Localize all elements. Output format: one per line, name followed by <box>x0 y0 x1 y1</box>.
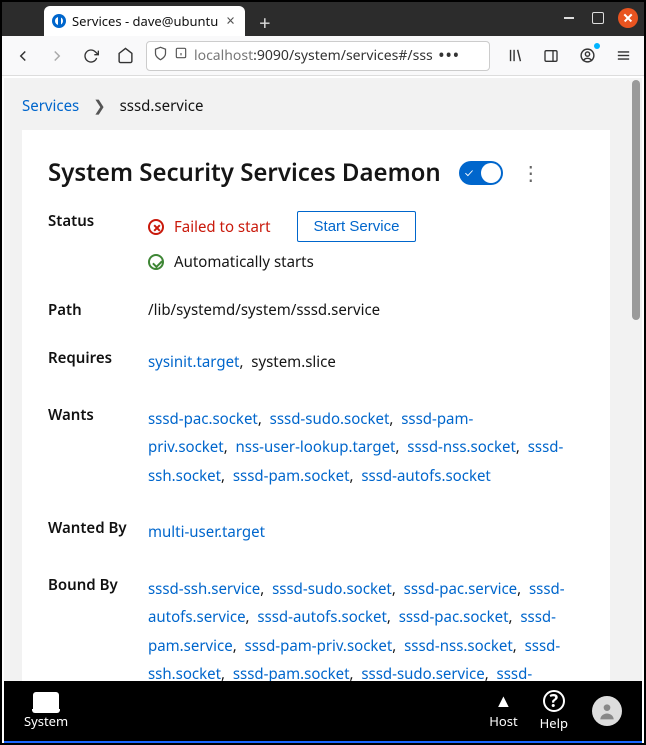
library-icon[interactable] <box>502 43 528 69</box>
breadcrumb-current: sssd.service <box>120 96 204 116</box>
sidebar-icon[interactable] <box>538 43 564 69</box>
browser-tab[interactable]: Services - dave@ubuntu × <box>44 6 245 36</box>
chevron-right-icon: ❯ <box>93 96 106 116</box>
failed-icon <box>148 219 164 235</box>
service-path: /lib/systemd/system/sssd.service <box>148 300 584 320</box>
browser-toolbar: localhost:9090/system/services#/sss ••• <box>2 36 644 76</box>
dep-link[interactable]: sssd-pam.socket <box>233 466 350 486</box>
menu-icon[interactable] <box>610 43 636 69</box>
new-tab-button[interactable]: + <box>251 8 279 36</box>
label-path: Path <box>48 300 144 320</box>
maximize-icon[interactable] <box>592 12 604 24</box>
dep-link[interactable]: sssd-pac.service <box>404 579 517 599</box>
dep-link[interactable]: multi-user.target <box>148 522 265 542</box>
label-wants: Wants <box>48 405 144 491</box>
reload-button[interactable] <box>78 43 104 69</box>
label-status: Status <box>48 211 144 272</box>
nav-host[interactable]: Host <box>489 692 517 730</box>
nav-system[interactable]: System <box>24 692 68 730</box>
cockpit-bottom-bar: System Host ? Help <box>4 681 642 741</box>
scroll-thumb[interactable] <box>632 80 640 320</box>
status-auto-text: Automatically starts <box>174 252 314 272</box>
window-controls <box>560 8 638 28</box>
accent-bar <box>4 741 642 743</box>
back-button[interactable] <box>10 43 36 69</box>
dep-link[interactable]: sssd-ssh.service <box>148 579 260 599</box>
dep-link[interactable]: sssd-nss.socket <box>407 437 516 457</box>
user-avatar[interactable] <box>592 696 622 726</box>
page-viewport: Services ❯ sssd.service System Security … <box>4 78 642 681</box>
status-failed-text: Failed to start <box>174 217 271 237</box>
dep-link[interactable]: sssd-autofs.socket <box>361 466 491 486</box>
page-info-icon[interactable] <box>174 46 188 65</box>
kebab-menu-icon[interactable] <box>521 163 541 183</box>
cockpit-favicon <box>52 14 66 28</box>
shield-icon <box>153 46 168 66</box>
label-wanted-by: Wanted By <box>48 518 144 547</box>
enable-toggle[interactable] <box>459 161 503 185</box>
dep-link[interactable]: sssd-sudo.socket <box>270 409 390 429</box>
breadcrumb-root[interactable]: Services <box>22 96 79 116</box>
tab-title: Services - dave@ubuntu <box>72 12 218 30</box>
page-actions-icon[interactable]: ••• <box>439 46 461 65</box>
start-service-button[interactable]: Start Service <box>297 211 417 242</box>
dep-link[interactable]: sssd-autofs.socket <box>257 607 387 627</box>
host-icon <box>495 692 513 710</box>
dep-plain: system.slice <box>251 352 336 372</box>
label-bound-by: Bound By <box>48 575 144 682</box>
requires-list: sysinit.target, system.slice <box>148 348 584 377</box>
nav-help[interactable]: ? Help <box>540 690 568 732</box>
forward-button <box>44 43 70 69</box>
dep-link[interactable]: sssd-sudo.service <box>361 664 484 681</box>
account-icon[interactable] <box>574 43 600 69</box>
window-titlebar: Services - dave@ubuntu × + <box>2 2 644 36</box>
dep-link[interactable]: sssd-pac.socket <box>399 607 509 627</box>
dep-link[interactable]: sssd-sudo.socket <box>272 579 392 599</box>
window-close-icon[interactable] <box>618 8 638 28</box>
nav-host-label: Host <box>489 712 517 730</box>
dep-link[interactable]: sssd-pam.socket <box>233 664 350 681</box>
label-requires: Requires <box>48 348 144 377</box>
scrollbar[interactable] <box>630 78 642 681</box>
url-bar[interactable]: localhost:9090/system/services#/sss ••• <box>146 41 490 71</box>
dep-link[interactable]: sysinit.target <box>148 352 239 372</box>
dep-link[interactable]: sssd-pam-priv.socket <box>245 636 393 656</box>
wants-list: sssd-pac.socket, sssd-sudo.socket, sssd-… <box>148 405 584 491</box>
service-card: System Security Services Daemon Status F… <box>22 130 610 681</box>
wanted-by-list: multi-user.target <box>148 518 584 547</box>
url-text: localhost:9090/system/services#/sss <box>194 46 433 65</box>
page-title: System Security Services Daemon <box>48 156 441 189</box>
dep-link[interactable]: sssd-nss.socket <box>404 636 513 656</box>
nav-help-label: Help <box>540 714 568 732</box>
nav-system-label: System <box>24 712 68 730</box>
breadcrumb: Services ❯ sssd.service <box>4 78 628 130</box>
close-tab-icon[interactable]: × <box>224 11 237 31</box>
help-icon: ? <box>543 690 565 712</box>
bound-by-list: sssd-ssh.service, sssd-sudo.socket, sssd… <box>148 575 584 682</box>
dep-link[interactable]: sssd-pac.socket <box>148 409 258 429</box>
auto-start-icon <box>148 254 164 270</box>
minimize-icon[interactable] <box>560 9 578 27</box>
dep-link[interactable]: nss-user-lookup.target <box>236 437 396 457</box>
home-button[interactable] <box>112 43 138 69</box>
system-icon <box>33 692 59 710</box>
